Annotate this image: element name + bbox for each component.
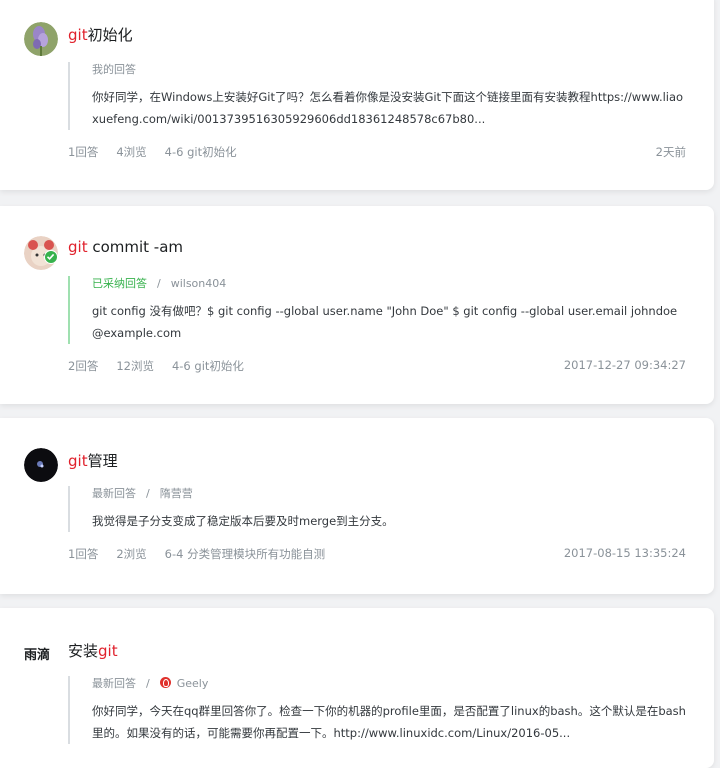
answer-count: 1回答 xyxy=(68,547,99,561)
answer-quote: 最新回答 / 隋营营 我觉得是子分支变成了稳定版本后要及时merge到主分支。 xyxy=(68,486,686,532)
answer-quote: 我的回答 你好同学，在Windows上安装好Git了吗？怎么看着你像是没安装Gi… xyxy=(68,62,686,130)
answer-body[interactable]: 你好同学，在Windows上安装好Git了吗？怎么看着你像是没安装Git下面这个… xyxy=(92,86,686,130)
question-title[interactable]: 安装git xyxy=(68,640,118,661)
question-stats: 1回答 2浏览 6-4 分类管理模块所有功能自测 xyxy=(68,546,343,562)
answer-count: 1回答 xyxy=(68,145,99,159)
question-card: git commit -am 已采纳回答 / wilson404 git confi… xyxy=(0,206,714,404)
answer-count: 2回答 xyxy=(68,359,99,373)
title-text: 初始化 xyxy=(87,26,133,44)
question-title[interactable]: git commit -am xyxy=(68,238,183,256)
title-highlight: git xyxy=(68,26,88,44)
answer-label: 我的回答 xyxy=(92,63,136,76)
question-time: 2017-12-27 09:34:27 xyxy=(563,358,686,372)
answer-meta: 最新回答 / Geely xyxy=(92,676,686,692)
question-title[interactable]: git管理 xyxy=(68,450,118,471)
answer-label: 最新回答 xyxy=(92,487,136,500)
course-link[interactable]: 4-6 git初始化 xyxy=(165,145,237,159)
title-highlight: git xyxy=(68,452,88,470)
answer-meta: 最新回答 / 隋营营 xyxy=(92,486,686,502)
teacher-badge-icon xyxy=(159,677,171,688)
question-card: git管理 最新回答 / 隋营营 我觉得是子分支变成了稳定版本后要及时merge到主… xyxy=(0,418,714,594)
title-highlight: git xyxy=(98,642,118,660)
answer-quote: 已采纳回答 / wilson404 git config 没有做吧？$ git co… xyxy=(68,276,686,344)
answer-meta: 已采纳回答 / wilson404 xyxy=(92,276,686,292)
view-count: 4浏览 xyxy=(116,145,147,159)
user-avatar[interactable] xyxy=(24,448,58,482)
answer-meta: 我的回答 xyxy=(92,62,686,78)
meta-separator: / xyxy=(146,487,150,500)
accepted-badge-icon xyxy=(44,250,58,264)
user-avatar[interactable]: 雨滴 xyxy=(24,644,50,663)
title-text: 安装 xyxy=(68,642,99,660)
course-link[interactable]: 4-6 git初始化 xyxy=(172,359,244,373)
question-stats: 1回答 4浏览 4-6 git初始化 xyxy=(68,144,255,160)
answer-user[interactable]: Geely xyxy=(177,677,209,690)
view-count: 12浏览 xyxy=(116,359,154,373)
question-title[interactable]: git初始化 xyxy=(68,24,133,45)
title-text: commit -am xyxy=(87,238,184,256)
title-highlight: git xyxy=(68,238,88,256)
answer-quote: 最新回答 / Geely 你好同学，今天在qq群里回答你了。检查一下你的机器的pro… xyxy=(68,676,686,744)
answer-body[interactable]: 你好同学，今天在qq群里回答你了。检查一下你的机器的profile里面，是否配置… xyxy=(92,700,686,744)
question-stats: 2回答 12浏览 4-6 git初始化 xyxy=(68,358,262,374)
answer-user[interactable]: wilson404 xyxy=(171,277,227,290)
question-card: git初始化 我的回答 你好同学，在Windows上安装好Git了吗？怎么看着你… xyxy=(0,0,714,190)
question-time: 2017-08-15 13:35:24 xyxy=(563,546,686,560)
meta-separator: / xyxy=(146,677,150,690)
question-time: 2天前 xyxy=(655,145,686,159)
title-text: 管理 xyxy=(87,452,118,470)
answer-label: 最新回答 xyxy=(92,677,136,690)
answer-body[interactable]: git config 没有做吧？$ git config --global us… xyxy=(92,300,686,344)
meta-separator: / xyxy=(157,277,161,290)
course-link[interactable]: 6-4 分类管理模块所有功能自测 xyxy=(165,547,325,561)
view-count: 2浏览 xyxy=(116,547,147,561)
user-avatar[interactable] xyxy=(24,22,58,56)
answer-body[interactable]: 我觉得是子分支变成了稳定版本后要及时merge到主分支。 xyxy=(92,510,686,532)
question-card: 雨滴 安装git 最新回答 / Geely 你好同学，今天在qq群里回答你了。检查一… xyxy=(0,608,714,768)
answer-user[interactable]: 隋营营 xyxy=(160,487,193,500)
accepted-label: 已采纳回答 xyxy=(92,277,147,290)
